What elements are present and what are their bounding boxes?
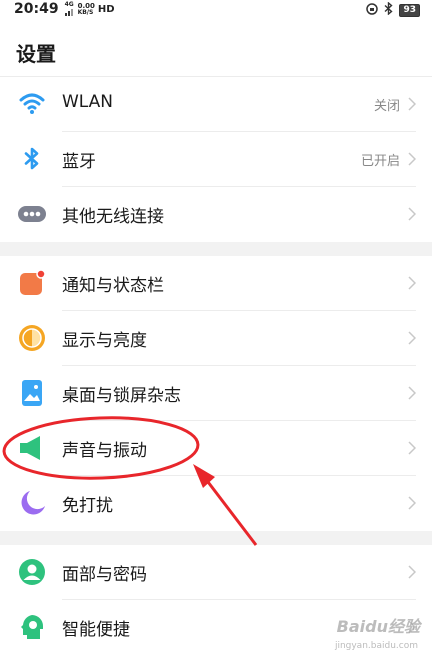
settings-item-do-not-disturb[interactable]: 免打扰: [0, 476, 432, 531]
settings-item-label: 显示与亮度: [62, 331, 147, 351]
watermark-logo: Baidu经验: [336, 617, 420, 636]
settings-item-label: 面部与密码: [62, 565, 147, 585]
status-time: 20:49: [14, 1, 59, 17]
chevron-right-icon: [408, 441, 416, 455]
settings-item-wallpaper[interactable]: 桌面与锁屏杂志: [0, 366, 432, 421]
settings-item-label: 通知与状态栏: [62, 276, 164, 296]
settings-item-label: 桌面与锁屏杂志: [62, 386, 181, 406]
alarm-icon: [366, 2, 379, 19]
settings-item-value: 已开启: [360, 154, 400, 169]
network-indicators: 4G 0.00 KB/S HD: [64, 1, 115, 16]
chevron-right-icon: [408, 386, 416, 400]
status-bar: 20:49 4G 0.00 KB/S HD 93: [0, 0, 432, 20]
section-separator: [0, 242, 432, 256]
bluetooth-icon: [18, 145, 46, 173]
chevron-right-icon: [408, 565, 416, 579]
chevron-right-icon: [408, 97, 416, 111]
bluetooth-status-icon: [384, 1, 394, 19]
settings-item-value: 关闭: [373, 99, 400, 114]
settings-item-label: 声音与振动: [62, 441, 147, 461]
face-user-icon: [18, 558, 46, 586]
watermark-url: jingyan.baidu.com: [334, 641, 418, 651]
settings-item-sound[interactable]: 声音与振动: [0, 421, 432, 476]
hd-badge: HD: [97, 3, 115, 15]
network-speed: 0.00 KB/S: [77, 1, 95, 16]
settings-item-other-wireless[interactable]: 其他无线连接: [0, 187, 432, 242]
chevron-right-icon: [408, 496, 416, 510]
notification-icon: [18, 269, 46, 297]
page-title: 设置: [16, 42, 56, 66]
settings-item-label: 智能便捷: [62, 620, 130, 640]
settings-item-face-password[interactable]: 面部与密码: [0, 545, 432, 600]
settings-item-notifications[interactable]: 通知与状态栏: [0, 256, 432, 311]
section-separator: [0, 531, 432, 545]
settings-item-bluetooth[interactable]: 蓝牙 已开启: [0, 132, 432, 187]
wallpaper-icon: [18, 379, 46, 407]
chevron-right-icon: [408, 152, 416, 166]
chevron-right-icon: [408, 207, 416, 221]
settings-item-label: WLAN: [62, 92, 114, 112]
speaker-icon: [18, 434, 46, 462]
chevron-right-icon: [408, 276, 416, 290]
settings-item-label: 免打扰: [62, 496, 113, 516]
settings-item-label: 蓝牙: [62, 152, 96, 172]
battery-indicator: 93: [399, 4, 420, 17]
brightness-icon: [18, 324, 46, 352]
signal-icon: 4G: [64, 2, 75, 16]
settings-item-display[interactable]: 显示与亮度: [0, 311, 432, 366]
wifi-icon: [18, 90, 46, 118]
settings-item-wlan[interactable]: WLAN 关闭: [0, 77, 432, 132]
settings-item-label: 其他无线连接: [62, 207, 164, 227]
moon-icon: [18, 489, 46, 517]
chevron-right-icon: [408, 331, 416, 345]
more-dots-icon: [18, 200, 46, 228]
smart-head-icon: [18, 613, 46, 641]
